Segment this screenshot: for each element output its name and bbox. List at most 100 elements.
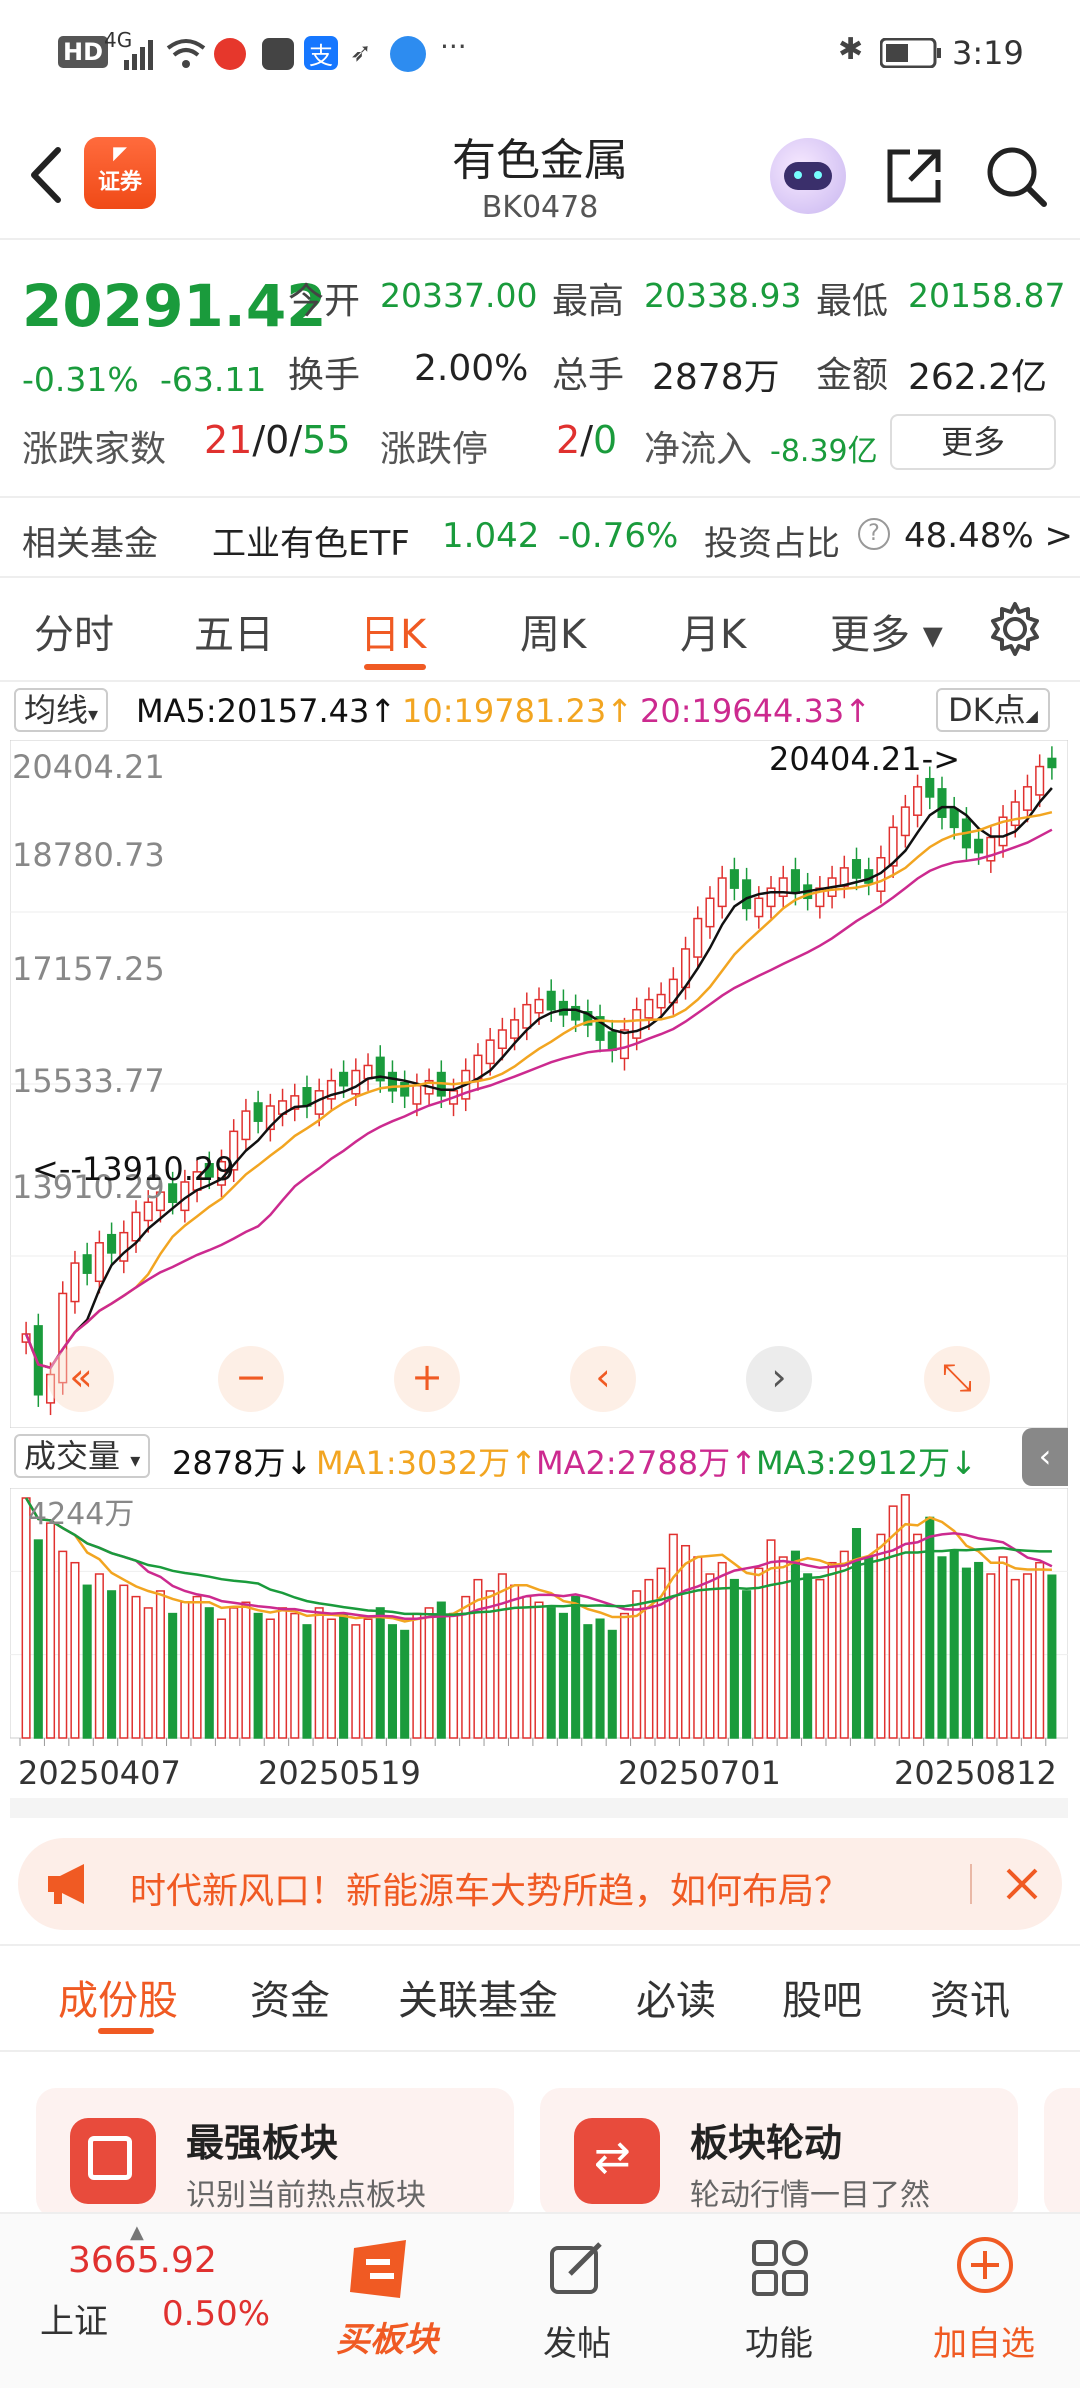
volume-bar [974, 1561, 984, 1739]
card-title: 最强板块 [186, 2121, 339, 2165]
turnover-value: 2.00% [414, 348, 529, 389]
ratio-value[interactable]: 48.48% > [904, 516, 1073, 556]
volume-bar [497, 1573, 507, 1739]
candle [1035, 765, 1045, 796]
divider [0, 1944, 1080, 1946]
banner-divider [970, 1864, 972, 1904]
zoom-out-far-button[interactable]: « [48, 1346, 114, 1412]
index-change[interactable]: 0.50% [162, 2294, 270, 2334]
volume-bar [900, 1494, 910, 1739]
open-value: 20337.00 [380, 276, 538, 315]
ktab-0[interactable]: 分时 [34, 602, 114, 660]
buy-sector-button[interactable]: 买板块 [324, 2224, 450, 2374]
volume-bar [253, 1612, 263, 1739]
share-icon[interactable] [882, 144, 946, 208]
volume-bar [864, 1556, 874, 1739]
promo-banner[interactable]: 时代新风口！新能源车大势所趋，如何布局？ [18, 1838, 1062, 1930]
subtab-0[interactable]: 成份股 [58, 1968, 178, 2026]
candle [705, 897, 715, 928]
functions-button[interactable]: 功能 [716, 2224, 842, 2374]
volume-bar [412, 1612, 422, 1739]
zoom-in-button[interactable]: + [394, 1346, 460, 1412]
candlestick-chart[interactable]: 20404.2118780.7317157.2515533.7713910.29… [10, 740, 1068, 1428]
search-icon[interactable] [984, 144, 1050, 210]
date-label: 20250407 [18, 1754, 181, 1792]
weibo-icon [214, 38, 246, 70]
ma20-value: 20:19644.33↑ [640, 692, 871, 730]
ktab-3[interactable]: 周K [520, 602, 586, 660]
candle [974, 838, 984, 854]
collapse-panel-button[interactable]: ‹ [1022, 1428, 1068, 1486]
prev-button[interactable]: ‹ [570, 1346, 636, 1412]
price-axis-label: 18780.73 [12, 836, 165, 874]
close-icon[interactable] [1002, 1864, 1042, 1904]
candle [1047, 757, 1057, 769]
min-price-label: <--13910.29 [32, 1150, 235, 1188]
ktab-4[interactable]: 月K [680, 602, 746, 660]
more-button[interactable]: 更多 [890, 414, 1056, 470]
change-value: -63.11 [160, 360, 267, 399]
index-value[interactable]: 3665.92 [68, 2240, 217, 2281]
volume-bar [290, 1612, 300, 1739]
back-arrow-icon[interactable] [24, 140, 74, 210]
volume-bar [1047, 1574, 1057, 1739]
candle [400, 1081, 410, 1097]
high-value: 20338.93 [644, 276, 802, 315]
settings-gear-icon[interactable] [986, 600, 1044, 658]
robot-assistant-icon[interactable] [770, 138, 846, 214]
subtab-4[interactable]: 股吧 [782, 1968, 862, 2026]
divider [0, 576, 1080, 578]
candle [925, 777, 935, 798]
down-count: 55 [302, 418, 351, 462]
next-button[interactable]: › [746, 1346, 812, 1412]
volume-bar [400, 1629, 410, 1739]
ktab-2[interactable]: 日K [360, 602, 426, 660]
subtab-5[interactable]: 资讯 [930, 1968, 1010, 2026]
candle [607, 1031, 617, 1052]
volume-selector[interactable]: 成交量 ▾ [14, 1434, 151, 1478]
dk-point-button[interactable]: DK点◢ [936, 688, 1050, 732]
volume-bar [619, 1612, 630, 1739]
candle [900, 806, 910, 837]
status-bar: HD 4G 支 ➶ ··· ✱ 3:19 [0, 0, 1080, 110]
volume-bar [986, 1573, 996, 1739]
volume-bar [21, 1497, 31, 1739]
subtab-1[interactable]: 资金 [250, 1968, 330, 2026]
index-name[interactable]: 上证 [40, 2294, 108, 2343]
post-button[interactable]: 发帖 [514, 2224, 640, 2374]
help-icon[interactable]: ? [858, 518, 890, 550]
candle [82, 1254, 92, 1274]
wifi-icon [166, 39, 206, 68]
strongest-sector-card[interactable]: 最强板块 识别当前热点板块 [36, 2088, 514, 2218]
fullscreen-button[interactable]: ⤡ [924, 1346, 990, 1412]
buy-sector-icon [350, 2240, 406, 2298]
ktab-1[interactable]: 五日 [194, 602, 274, 660]
zoom-out-button[interactable]: − [218, 1346, 284, 1412]
current-price: 20291.42 [22, 272, 327, 340]
ktab-5[interactable]: 更多 ▾ [830, 602, 943, 660]
card-desc: 识别当前热点板块 [186, 2178, 426, 2213]
sector-rotation-card[interactable]: ⇄ 板块轮动 轮动行情一目了然 [540, 2088, 1018, 2218]
limit-up-count: 2 [556, 418, 581, 462]
date-label: 20250519 [258, 1754, 421, 1792]
volume-bar [729, 1578, 739, 1739]
candle [485, 1039, 495, 1065]
candle [107, 1233, 117, 1254]
subtab-3[interactable]: 必读 [636, 1968, 716, 2026]
candle [253, 1102, 263, 1122]
volume-bar [82, 1584, 92, 1739]
fund-name[interactable]: 工业有色ETF [212, 516, 410, 565]
page-title: 有色金属 [452, 135, 628, 186]
ma-selector[interactable]: 均线▾ [14, 688, 109, 732]
subtab-2[interactable]: 关联基金 [398, 1968, 558, 2026]
volume-bar [229, 1607, 239, 1739]
add-watchlist-button[interactable]: 加自选 [914, 2224, 1054, 2374]
send-icon: ➶ [350, 38, 372, 68]
volume-bar [522, 1595, 532, 1739]
volume-bar [107, 1590, 117, 1739]
updown-count-label: 涨跌家数 [22, 429, 167, 470]
volume-bar [45, 1522, 56, 1739]
index-up-arrow-icon: ▲ [130, 2222, 144, 2243]
more-card[interactable] [1044, 2088, 1080, 2218]
volume-bar [94, 1573, 104, 1739]
